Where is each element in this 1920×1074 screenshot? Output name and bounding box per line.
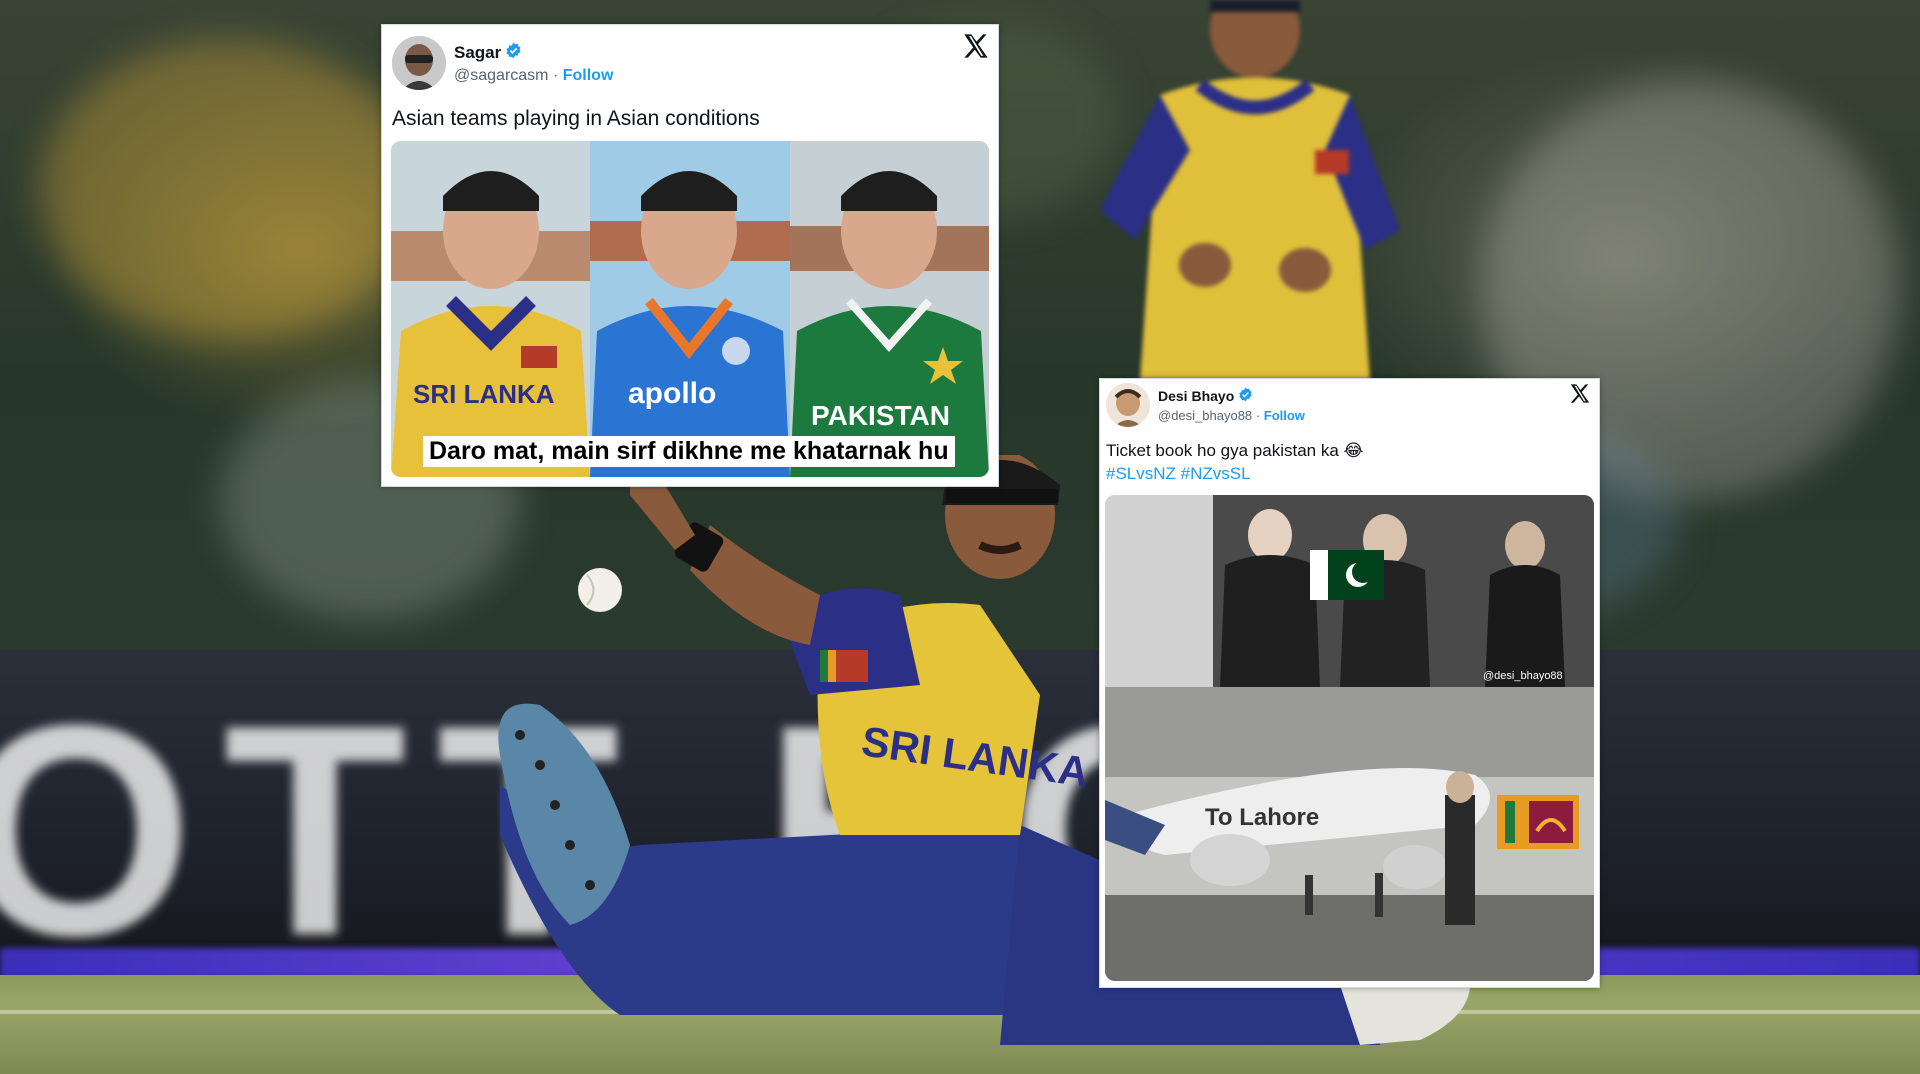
meme-caption: Daro mat, main sirf dikhne me khatarnak … (423, 436, 955, 467)
follow-button[interactable]: Follow (1264, 408, 1305, 423)
separator: · (1255, 408, 1261, 423)
display-name[interactable]: Desi Bhayo (1158, 388, 1234, 404)
handle[interactable]: @sagarcasm (454, 67, 549, 84)
hashtag-nzvssl[interactable]: #NZvsSL (1181, 464, 1251, 483)
avatar[interactable] (1106, 383, 1150, 427)
jersey-label-apollo: apollo (628, 377, 716, 410)
tweet-media[interactable]: @desi_bhayo88 To Lahore (1105, 495, 1594, 981)
plane-label: To Lahore (1205, 804, 1319, 831)
separator: · (552, 66, 559, 84)
verified-badge-icon (505, 42, 522, 64)
tweet-text: Asian teams playing in Asian conditions (392, 107, 760, 130)
follow-button[interactable]: Follow (563, 67, 614, 84)
handle[interactable]: @desi_bhayo88 (1158, 408, 1252, 423)
verified-badge-icon (1238, 387, 1253, 405)
tweet-text: Ticket book ho gya pakistan ka 😂 #SLvsNZ… (1100, 427, 1599, 487)
tweet-body: Ticket book ho gya pakistan ka 😂 (1106, 441, 1364, 460)
jersey-label-sri-lanka: SRI LANKA (413, 379, 555, 409)
avatar[interactable] (392, 36, 446, 90)
hashtag-slvsnz[interactable]: #SLvsNZ (1106, 464, 1176, 483)
display-name[interactable]: Sagar (454, 43, 501, 63)
x-logo-icon[interactable] (962, 33, 990, 64)
tweet-card-sagar[interactable]: Sagar @sagarcasm · Follow Asian teams pl… (381, 24, 999, 487)
tweet-media[interactable]: SRI LANKA apollo PAKISTAN Daro mat, main… (391, 141, 989, 477)
cricket-ball (578, 568, 622, 612)
x-logo-icon[interactable] (1569, 383, 1591, 409)
tweet-card-desi-bhayo[interactable]: Desi Bhayo @desi_bhayo88 · Follow Ticket… (1099, 378, 1600, 988)
meme-watermark: @desi_bhayo88 (1483, 670, 1563, 682)
background-fielder (1100, 0, 1400, 380)
jersey-label-pakistan: PAKISTAN (811, 400, 950, 431)
